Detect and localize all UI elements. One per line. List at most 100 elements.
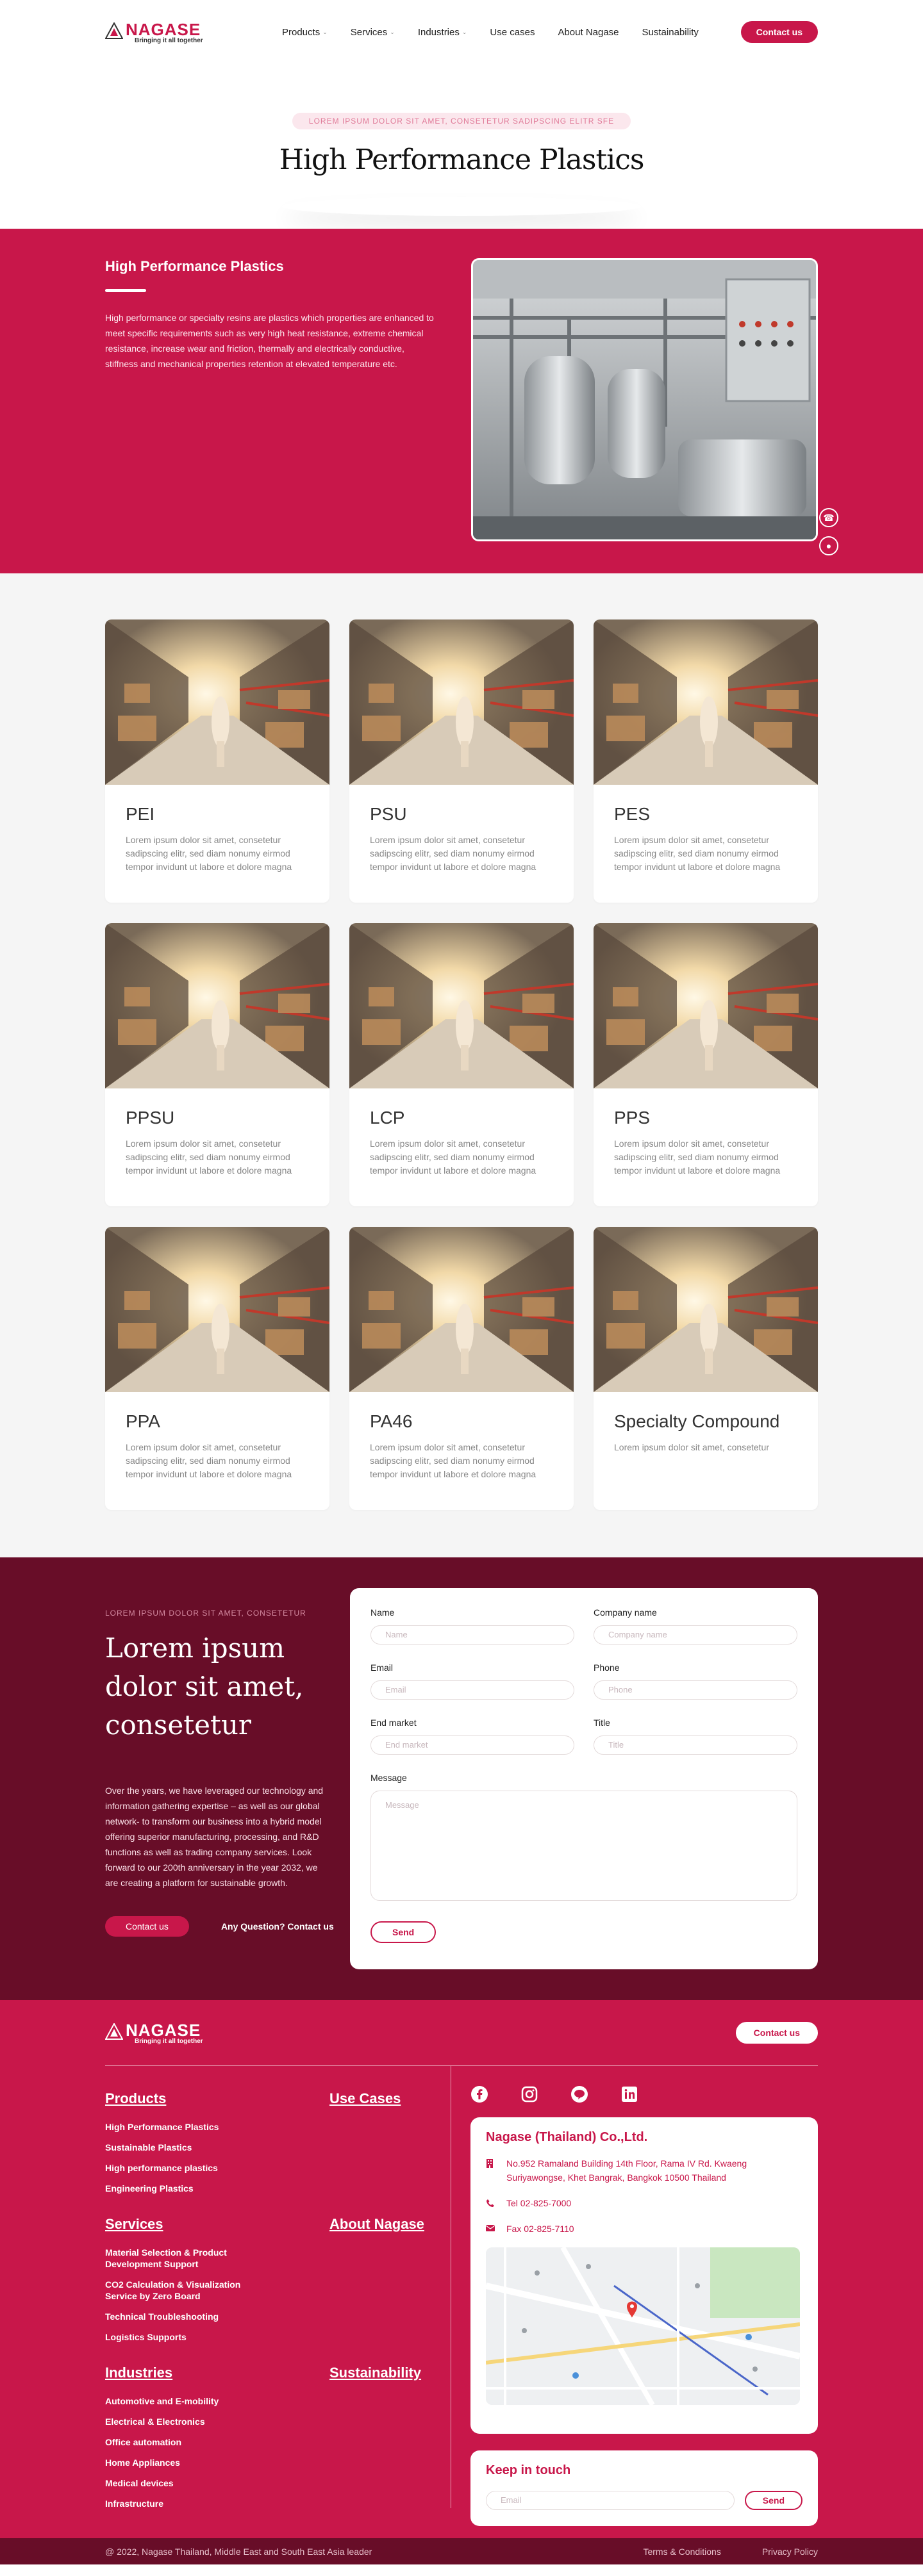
product-card[interactable]: PES Lorem ipsum dolor sit amet, consetetu…	[594, 619, 818, 903]
footer-link[interactable]: Logistics Supports	[105, 2331, 259, 2343]
name-label: Name	[370, 1607, 395, 1618]
footer-link[interactable]: Medical devices	[105, 2477, 329, 2489]
footer-link[interactable]: High performance plastics	[105, 2162, 329, 2174]
product-card[interactable]: Specialty Compound Lorem ipsum dolor sit …	[594, 1227, 818, 1510]
footer-link[interactable]: Electrical & Electronics	[105, 2416, 329, 2427]
location-map[interactable]	[486, 2247, 800, 2405]
phone-icon[interactable]: ☎	[819, 508, 838, 527]
floating-actions: ☎ ●	[819, 508, 838, 555]
name-field[interactable]: Name	[370, 1625, 574, 1645]
building-icon	[486, 2159, 495, 2185]
footer-link[interactable]: Infrastructure	[105, 2498, 329, 2509]
footer-link[interactable]: Office automation	[105, 2436, 329, 2448]
main-nav: Products ⌄ Services ⌄ Industries ⌄ Use cases Ab…	[282, 27, 722, 38]
title-label: Title	[594, 1718, 610, 1728]
copyright: @ 2022, Nagase Thailand, Middle East and…	[105, 2546, 372, 2557]
end-market-label: End market	[370, 1718, 417, 1728]
footer-link[interactable]: Sustainable Plastics	[105, 2142, 329, 2153]
footer-usecases-heading[interactable]: Use Cases	[329, 2090, 445, 2107]
footer-link[interactable]: High Performance Plastics	[105, 2121, 329, 2133]
warehouse-image	[105, 1227, 329, 1392]
footer-products-heading[interactable]: Products	[105, 2090, 329, 2107]
product-card[interactable]: PA46 Lorem ipsum dolor sit amet, consetet…	[349, 1227, 574, 1510]
product-description: Lorem ipsum dolor sit amet, consetetur s…	[126, 1442, 292, 1479]
company-address: No.952 Ramaland Building 14th Floor, Ram…	[506, 2158, 747, 2183]
message-field[interactable]: Message	[370, 1791, 797, 1901]
hero-eyebrow: LOREM IPSUM DOLOR SIT AMET, CONSETETUR S…	[292, 113, 631, 129]
logo-tagline: Bringing it all together	[135, 37, 203, 44]
footer-link[interactable]: Material Selection & Product Development…	[105, 2247, 259, 2270]
chat-icon[interactable]: ●	[819, 536, 838, 555]
footer-sustainability-heading[interactable]: Sustainability	[329, 2365, 445, 2381]
contact-us-button[interactable]: Contact us	[105, 1916, 189, 1937]
company-tel[interactable]: Tel 02-825-7000	[506, 2196, 571, 2210]
company-card: Nagase (Thailand) Co.,Ltd. No.952 Ramala…	[470, 2117, 818, 2434]
message-label: Message	[370, 1773, 407, 1783]
product-description: Lorem ipsum dolor sit amet, consetetur s…	[370, 1138, 536, 1176]
send-button[interactable]: Send	[370, 1921, 437, 1943]
privacy-link[interactable]: Privacy Policy	[762, 2547, 818, 2557]
product-card[interactable]: PEI Lorem ipsum dolor sit amet, consetetu…	[105, 619, 329, 903]
contact-eyebrow: LOREM IPSUM DOLOR SIT AMET, CONSETETUR	[105, 1609, 306, 1618]
footer-logo[interactable]: NAGASE Bringing it all together	[105, 2021, 259, 2045]
line-icon[interactable]	[570, 2085, 588, 2103]
terms-link[interactable]: Terms & Conditions	[643, 2547, 720, 2557]
footer-link[interactable]: Automotive and E-mobility	[105, 2395, 329, 2407]
facebook-icon[interactable]	[470, 2085, 488, 2103]
newsletter-send-button[interactable]: Send	[744, 2491, 802, 2510]
footer-link[interactable]: CO2 Calculation & Visualization Service …	[105, 2279, 259, 2302]
social-links	[470, 2085, 818, 2103]
footer-link[interactable]: Technical Troubleshooting	[105, 2311, 259, 2322]
nav-item-sustainability[interactable]: Sustainability	[642, 27, 699, 38]
warehouse-image	[105, 923, 329, 1088]
product-card[interactable]: PPA Lorem ipsum dolor sit amet, consetetu…	[105, 1227, 329, 1510]
warehouse-image	[594, 1227, 818, 1392]
product-card[interactable]: PSU Lorem ipsum dolor sit amet, consetetu…	[349, 619, 574, 903]
footer-services-heading[interactable]: Services	[105, 2216, 329, 2233]
phone-label: Phone	[594, 1662, 620, 1673]
product-title: PA46	[370, 1411, 413, 1431]
company-fax: Fax 02-825-7110	[506, 2224, 574, 2234]
product-card[interactable]: PPSU Lorem ipsum dolor sit amet, consetet…	[105, 923, 329, 1206]
product-title: PSU	[370, 804, 407, 824]
product-description: Lorem ipsum dolor sit amet, consetetur s…	[126, 1138, 292, 1176]
nav-item-industries[interactable]: Industries ⌄	[418, 27, 467, 38]
mail-icon	[486, 2224, 495, 2236]
factory-image	[471, 258, 818, 541]
email-field[interactable]: Email	[370, 1680, 574, 1700]
nav-item-services[interactable]: Services ⌄	[351, 27, 395, 38]
footer-bottom: @ 2022, Nagase Thailand, Middle East and…	[0, 2538, 923, 2564]
linkedin-icon[interactable]	[620, 2085, 638, 2103]
product-card[interactable]: PPS Lorem ipsum dolor sit amet, consetetu…	[594, 923, 818, 1206]
instagram-icon[interactable]	[520, 2085, 538, 2103]
question-link[interactable]: Any Question? Contact us	[221, 1921, 334, 1932]
footer-contact-button[interactable]: Contact us	[735, 2022, 818, 2044]
logo[interactable]: NAGASE Bringing it all together	[105, 21, 259, 44]
title-field[interactable]: Title	[594, 1735, 797, 1755]
product-title: PPA	[126, 1411, 160, 1431]
footer-tagline: Bringing it all together	[135, 2037, 203, 2045]
contact-intro: LOREM IPSUM DOLOR SIT AMET, CONSETETUR L…	[105, 1588, 342, 1969]
chevron-down-icon: ⌄	[322, 28, 328, 35]
nav-item-use-cases[interactable]: Use cases	[490, 27, 535, 38]
newsletter-email-field[interactable]: Email	[486, 2491, 735, 2510]
footer-about-heading[interactable]: About Nagase	[329, 2216, 445, 2233]
product-card[interactable]: LCP Lorem ipsum dolor sit amet, consetetu…	[349, 923, 574, 1206]
nav-item-about-nagase[interactable]: About Nagase	[558, 27, 619, 38]
nav-item-products[interactable]: Products ⌄	[282, 27, 328, 38]
header-contact-button[interactable]: Contact us	[740, 21, 818, 43]
company-field[interactable]: Company name	[594, 1625, 797, 1645]
footer-industries-heading[interactable]: Industries	[105, 2365, 329, 2381]
end-market-field[interactable]: End market	[370, 1735, 574, 1755]
warehouse-image	[349, 923, 574, 1088]
nagase-logo-icon	[105, 22, 123, 39]
footer-link[interactable]: Engineering Plastics	[105, 2183, 329, 2194]
product-title: PPS	[614, 1108, 651, 1128]
footer-link[interactable]: Home Appliances	[105, 2457, 329, 2468]
page-title: High Performance Plastics	[279, 144, 645, 176]
intro-heading: High Performance Plastics	[105, 258, 284, 274]
chevron-down-icon: ⌄	[390, 28, 395, 35]
product-description: Lorem ipsum dolor sit amet, consetetur s…	[370, 835, 536, 872]
company-name: Nagase (Thailand) Co.,Ltd.	[486, 2130, 648, 2144]
phone-field[interactable]: Phone	[594, 1680, 797, 1700]
